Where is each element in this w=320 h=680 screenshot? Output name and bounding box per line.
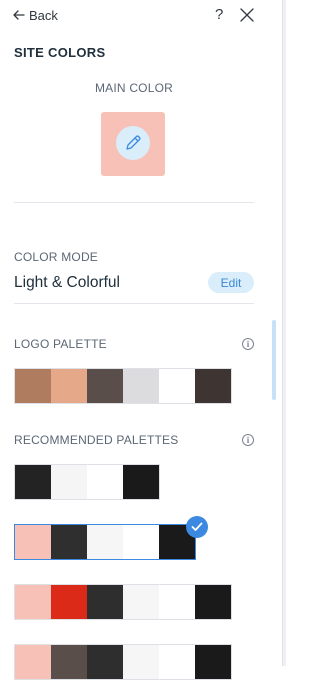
recommended-palettes-label: RECOMMENDED PALETTES — [14, 433, 179, 447]
palette-color-swatch — [159, 585, 195, 619]
palette-color-swatch — [51, 465, 87, 499]
palette-color-swatch — [123, 585, 159, 619]
back-button[interactable]: Back — [13, 6, 58, 24]
main-color-swatch[interactable] — [101, 112, 165, 176]
palette-color-swatch — [87, 525, 123, 559]
palette-color-swatch — [87, 645, 123, 679]
panel-title: SITE COLORS — [14, 45, 106, 60]
palette-color-swatch — [51, 645, 87, 679]
recommended-palette[interactable] — [14, 584, 232, 620]
color-mode-label: COLOR MODE — [14, 250, 99, 264]
logo-palette-label: LOGO PALETTE — [14, 337, 107, 351]
palette-color-swatch — [51, 369, 87, 403]
divider — [14, 303, 254, 304]
color-mode-edit-button[interactable]: Edit — [208, 272, 254, 293]
palette-color-swatch — [123, 525, 159, 559]
palette-color-swatch — [195, 585, 231, 619]
palette-color-swatch — [51, 525, 87, 559]
scrollbar-thumb[interactable] — [272, 320, 276, 400]
close-icon — [240, 8, 254, 22]
palette-color-swatch — [123, 465, 159, 499]
arrow-left-icon — [13, 10, 25, 20]
panel-right-border — [282, 0, 286, 666]
palette-color-swatch — [159, 645, 195, 679]
recommended-palette[interactable] — [14, 644, 232, 680]
recommended-palettes-info-icon[interactable]: i — [242, 434, 254, 446]
palette-color-swatch — [195, 369, 231, 403]
logo-palette[interactable] — [14, 368, 232, 404]
palette-color-swatch — [15, 645, 51, 679]
selected-check-icon — [186, 516, 208, 538]
divider — [14, 202, 254, 203]
help-button[interactable]: ? — [215, 6, 223, 23]
palette-color-swatch — [15, 369, 51, 403]
palette-color-swatch — [51, 585, 87, 619]
palette-color-swatch — [15, 585, 51, 619]
logo-palette-info-icon[interactable]: i — [242, 338, 254, 350]
palette-color-swatch — [87, 585, 123, 619]
edit-main-color-button[interactable] — [116, 126, 150, 160]
close-button[interactable] — [240, 8, 254, 27]
palette-color-swatch — [159, 369, 195, 403]
pencil-icon — [126, 135, 141, 150]
palette-color-swatch — [87, 465, 123, 499]
palette-color-swatch — [87, 369, 123, 403]
palette-color-swatch — [123, 369, 159, 403]
palette-color-swatch — [15, 465, 51, 499]
back-label: Back — [29, 7, 58, 23]
main-color-label: MAIN COLOR — [94, 81, 173, 95]
palette-color-swatch — [195, 645, 231, 679]
color-mode-value: Light & Colorful — [14, 274, 120, 291]
recommended-palette[interactable] — [14, 464, 160, 500]
palette-color-swatch — [15, 525, 51, 559]
recommended-palette-selected[interactable] — [14, 524, 196, 560]
palette-color-swatch — [123, 645, 159, 679]
